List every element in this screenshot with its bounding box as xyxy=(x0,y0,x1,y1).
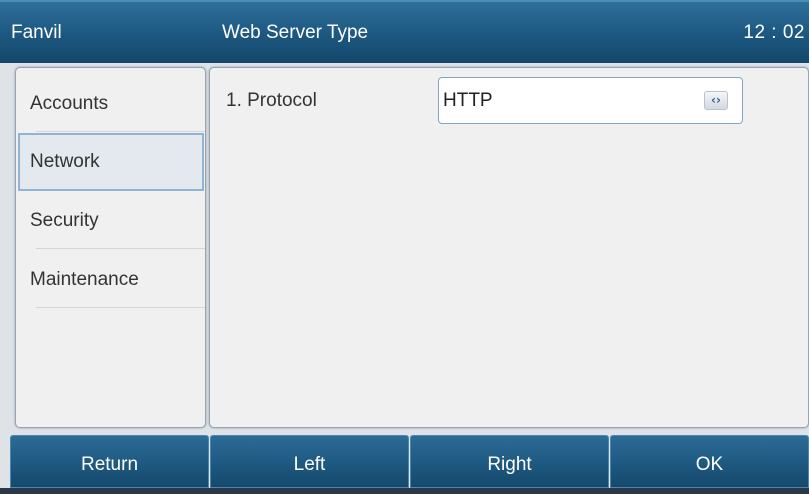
page-title: Web Server Type xyxy=(222,22,369,43)
sidebar-item-label: Security xyxy=(30,210,99,231)
content-area: Accounts Network Security Maintenance 1.… xyxy=(0,63,809,432)
sidebar-item-label: Network xyxy=(30,151,100,172)
sidebar-item-label: Maintenance xyxy=(30,269,139,290)
title-bar: Fanvil Web Server Type 12 : 02 xyxy=(0,0,809,63)
ok-button[interactable]: OK xyxy=(610,435,809,488)
protocol-value: HTTP xyxy=(443,90,493,111)
brand-label: Fanvil xyxy=(11,22,62,43)
right-button[interactable]: Right xyxy=(410,435,609,488)
divider xyxy=(36,307,205,308)
protocol-select[interactable]: HTTP ‹› xyxy=(438,77,743,124)
divider xyxy=(36,248,205,249)
sidebar-item-security[interactable]: Security xyxy=(16,193,205,249)
return-button[interactable]: Return xyxy=(10,435,209,488)
settings-menu: Accounts Network Security Maintenance xyxy=(15,67,206,428)
divider xyxy=(36,131,205,132)
sidebar-item-network[interactable]: Network xyxy=(18,133,204,191)
left-right-arrows-icon[interactable]: ‹› xyxy=(704,91,728,110)
clock: 12 : 02 xyxy=(743,22,805,43)
softkey-bar: Return Left Right OK xyxy=(0,432,809,488)
settings-panel: 1. Protocol HTTP ‹› xyxy=(209,67,809,428)
sidebar-item-maintenance[interactable]: Maintenance xyxy=(16,252,205,308)
protocol-label: 1. Protocol xyxy=(226,90,317,111)
left-button[interactable]: Left xyxy=(210,435,409,488)
sidebar-item-label: Accounts xyxy=(30,93,109,114)
sidebar-item-accounts[interactable]: Accounts xyxy=(16,76,205,132)
